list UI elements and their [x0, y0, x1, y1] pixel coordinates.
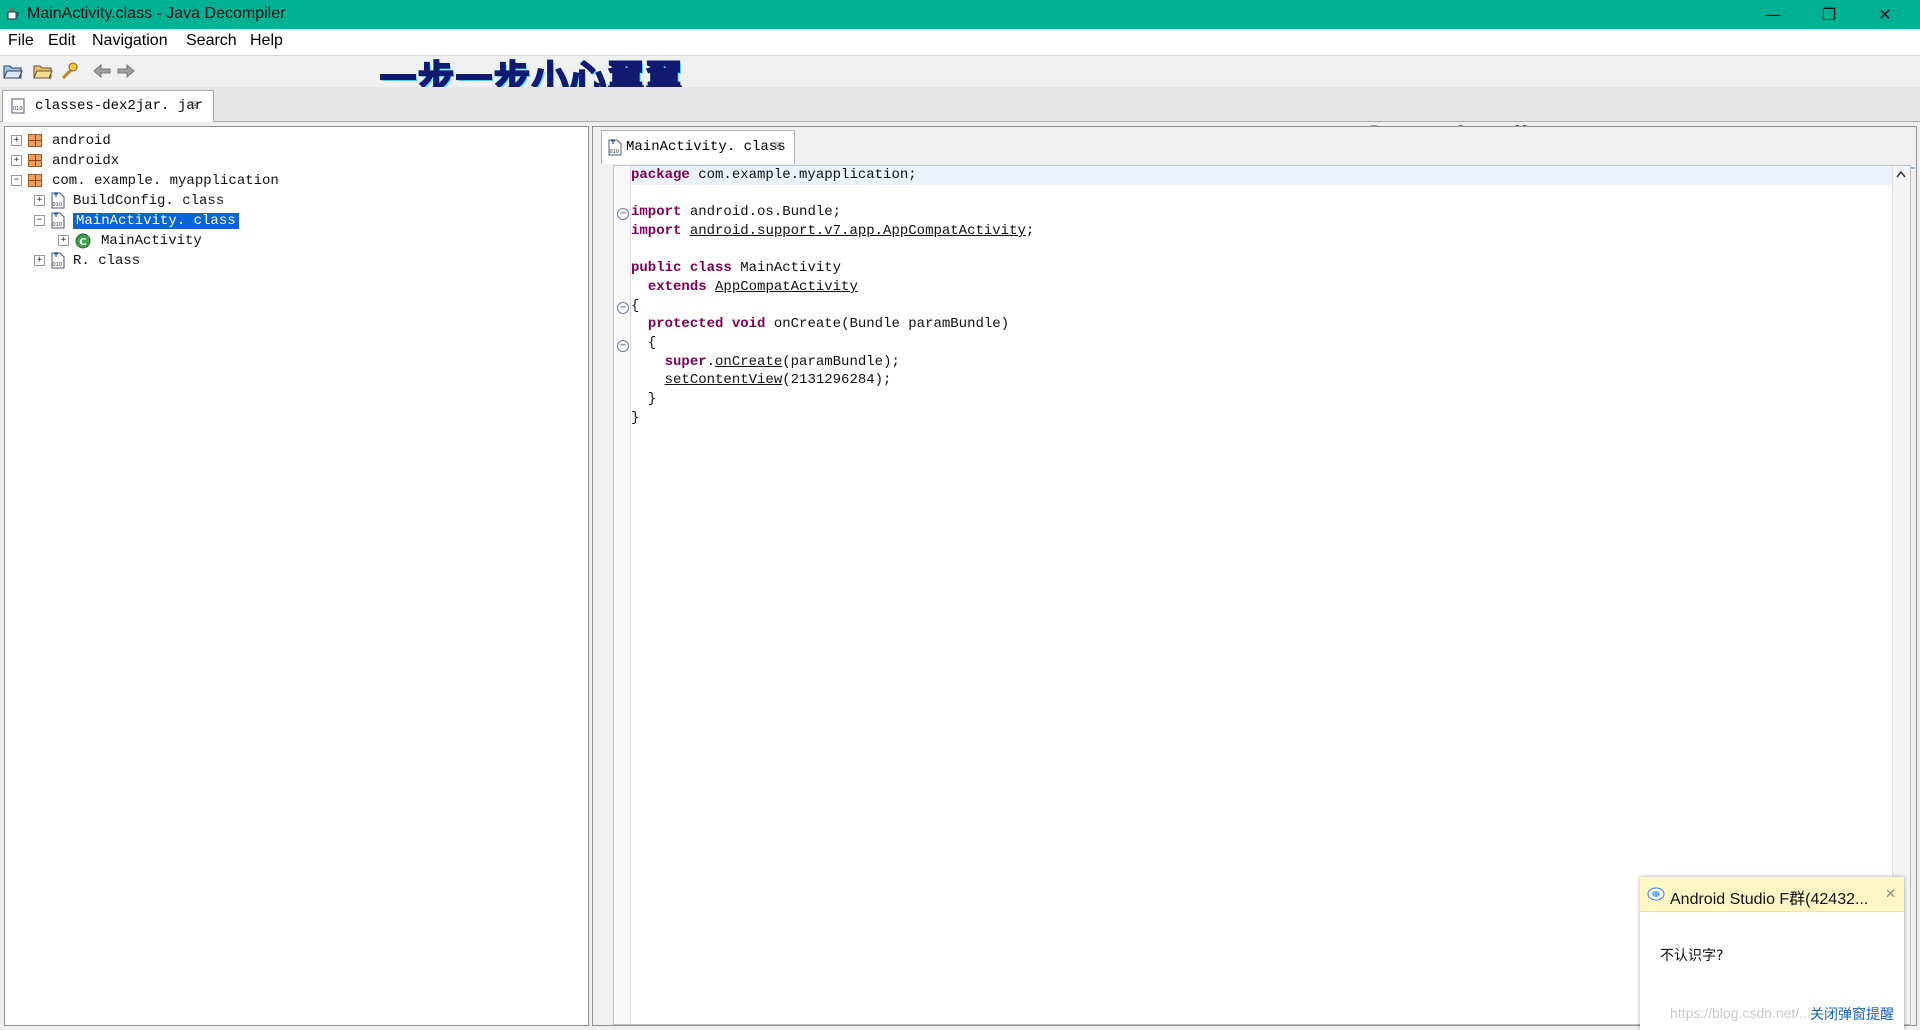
- collapse-icon[interactable]: −: [34, 215, 45, 226]
- expand-icon[interactable]: +: [11, 135, 22, 146]
- code-line: super.onCreate(paramBundle);: [664, 354, 900, 370]
- restore-button[interactable]: ❐: [1806, 0, 1852, 29]
- svg-text:010: 010: [610, 149, 620, 155]
- code-line: extends AppCompatActivity: [647, 279, 858, 295]
- tab-mainactivity-class[interactable]: 010 MainActivity. class ☒: [601, 130, 795, 164]
- package-icon: [28, 174, 42, 187]
- popup-close-icon[interactable]: ✕: [1885, 887, 1896, 902]
- tree-item-label: MainActivity: [101, 232, 202, 249]
- class-file-icon: 010: [608, 139, 622, 156]
- editor-gutter: − − −: [614, 166, 631, 1024]
- expand-icon[interactable]: +: [58, 235, 69, 246]
- tree-item-androidx[interactable]: + androidx: [11, 151, 119, 170]
- tree-item-mainactivity-class[interactable]: − 010 MainActivity. class: [34, 211, 239, 230]
- menu-navigation[interactable]: Navigation: [92, 32, 168, 50]
- scroll-up-icon[interactable]: [1896, 170, 1906, 178]
- close-window-button[interactable]: ✕: [1862, 0, 1908, 29]
- tree-item-label: com. example. myapplication: [52, 172, 279, 189]
- svg-text:010: 010: [53, 222, 63, 228]
- code-line: }: [631, 391, 657, 407]
- code-line: import android.support.v7.app.AppCompatA…: [631, 223, 1035, 239]
- class-c-icon: C: [75, 233, 91, 248]
- back-arrow-icon[interactable]: [92, 62, 112, 80]
- tree-item-label-selected: MainActivity. class: [73, 212, 239, 229]
- tree-item-r-class[interactable]: + 010 R. class: [34, 251, 140, 270]
- code-line: package com.example.myapplication;: [631, 167, 917, 183]
- jar-tab-bar: 010 classes-dex2jar. jar ☒: [0, 87, 1920, 122]
- open-type-icon[interactable]: [59, 62, 79, 80]
- studio-logo-icon: [1647, 887, 1665, 901]
- code-line: import android.os.Bundle;: [631, 204, 842, 220]
- watermark-text: https://blog.csdn.net/...: [1670, 1005, 1811, 1021]
- jar-file-icon: 010: [11, 98, 25, 114]
- tree-item-label: androidx: [52, 152, 120, 169]
- code-link[interactable]: onCreate: [715, 354, 782, 370]
- minimize-button[interactable]: —: [1750, 0, 1796, 29]
- class-file-icon: 010: [51, 212, 65, 229]
- package-icon: [28, 134, 42, 147]
- tree-item-label: BuildConfig. class: [73, 192, 225, 209]
- expand-icon[interactable]: +: [11, 155, 22, 166]
- popup-message: 不认识字?: [1660, 948, 1724, 964]
- svg-text:010: 010: [53, 262, 63, 268]
- code-link[interactable]: setContentView: [665, 372, 783, 388]
- fold-icon[interactable]: −: [617, 302, 629, 314]
- open-folder-icon[interactable]: [33, 62, 53, 80]
- svg-text:010: 010: [13, 106, 23, 112]
- toolbar: [0, 55, 1920, 88]
- code-link[interactable]: AppCompatActivity: [715, 279, 858, 295]
- app-coffee-icon: [7, 7, 19, 20]
- tree-item-android[interactable]: + android: [11, 131, 111, 150]
- code-line: {: [631, 298, 640, 314]
- forward-arrow-icon[interactable]: [116, 62, 136, 80]
- code-line: }: [631, 410, 640, 426]
- fold-icon[interactable]: −: [617, 208, 629, 220]
- tree-item-label: R. class: [73, 252, 141, 269]
- code-link[interactable]: android.support.v7.app.AppCompatActivity: [690, 223, 1026, 239]
- package-tree: + android + androidx − com. example. mya…: [4, 126, 589, 1026]
- tree-item-mainactivity[interactable]: + C MainActivity: [58, 231, 202, 250]
- code-line: setContentView(2131296284);: [664, 372, 892, 388]
- window-title: MainActivity.class - Java Decompiler: [27, 5, 286, 22]
- tree-item-com-example[interactable]: − com. example. myapplication: [11, 171, 279, 190]
- expand-icon[interactable]: +: [34, 255, 45, 266]
- package-icon: [28, 154, 42, 167]
- class-file-icon: 010: [51, 252, 65, 269]
- class-file-icon: 010: [51, 192, 65, 209]
- tab-close-icon[interactable]: ☒: [774, 138, 782, 153]
- popup-title: Android Studio F群(42432...: [1670, 891, 1869, 908]
- close-popup-reminder-link[interactable]: 关闭弹窗提醒: [1810, 1004, 1894, 1024]
- code-line: public class MainActivity: [631, 260, 842, 276]
- menu-help[interactable]: Help: [250, 32, 283, 50]
- tab-classes-jar[interactable]: 010 classes-dex2jar. jar ☒: [2, 90, 214, 122]
- svg-text:010: 010: [53, 202, 63, 208]
- open-file-icon[interactable]: [3, 62, 23, 80]
- title-bar: MainActivity.class - Java Decompiler — ❐…: [0, 0, 1920, 29]
- popup-header: Android Studio F群(42432... ✕: [1640, 877, 1904, 912]
- tab-close-icon[interactable]: ☒: [191, 97, 199, 112]
- expand-icon[interactable]: +: [34, 195, 45, 206]
- menu-edit[interactable]: Edit: [48, 32, 76, 50]
- menu-file[interactable]: File: [8, 32, 34, 50]
- code-line: protected void onCreate(Bundle paramBund…: [647, 316, 1010, 332]
- collapse-icon[interactable]: −: [11, 175, 22, 186]
- fold-icon[interactable]: −: [617, 340, 629, 352]
- menu-bar: File Edit Navigation Search Help: [0, 29, 1920, 55]
- svg-text:C: C: [79, 237, 86, 248]
- tree-item-label: android: [52, 132, 111, 149]
- code-line: {: [631, 335, 657, 351]
- tree-item-buildconfig[interactable]: + 010 BuildConfig. class: [34, 191, 224, 210]
- tab-label: MainActivity. class: [626, 139, 786, 155]
- menu-search[interactable]: Search: [186, 32, 237, 50]
- editor-tab-bar: 010 MainActivity. class ☒: [593, 127, 1916, 164]
- tab-label: classes-dex2jar. jar: [35, 98, 204, 114]
